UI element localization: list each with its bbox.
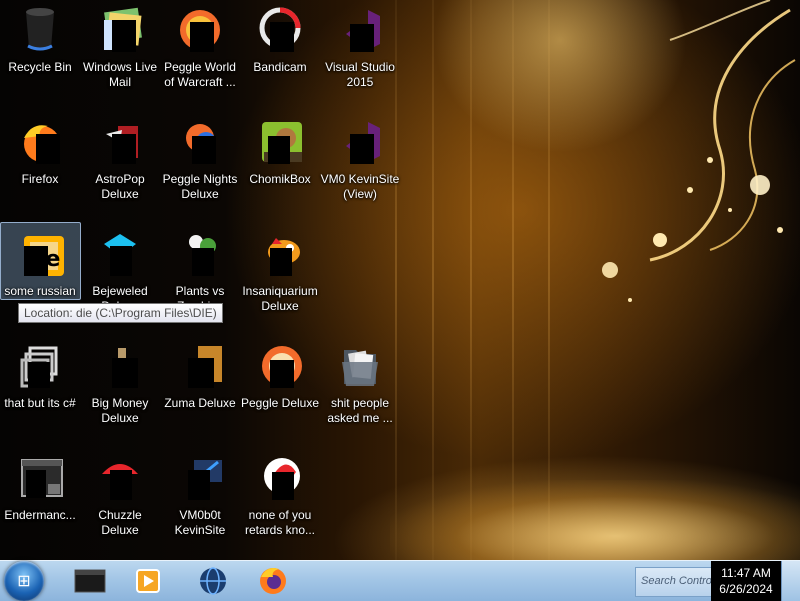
wallpaper-streak xyxy=(470,0,472,560)
desktop[interactable]: Recycle Bin Firefox ie some russian that… xyxy=(0,0,800,600)
recycle-bin-icon xyxy=(26,8,54,51)
clock-date: 6/26/2024 xyxy=(719,582,773,596)
desktop-icon-label: Peggle Deluxe xyxy=(240,396,320,410)
taskbar[interactable]: ⊞ Search Control... 11:47 AM xyxy=(0,560,800,601)
taskbar-item-browser[interactable] xyxy=(185,564,241,598)
icon-tooltip: Location: die (C:\Program Files\DIE) xyxy=(18,303,223,323)
desktop-icon-label: Recycle Bin xyxy=(8,60,72,74)
folder-icon xyxy=(342,350,378,386)
app-window-icon xyxy=(21,459,63,498)
chomikbox-icon xyxy=(262,122,302,164)
desktop-icon-label: that but its c# xyxy=(4,396,76,410)
desktop-icon-label: Firefox xyxy=(21,172,59,186)
visual-studio-icon xyxy=(346,10,380,52)
bandicam-icon xyxy=(259,7,301,52)
peggle-deluxe-icon xyxy=(262,346,302,388)
bejeweled-icon xyxy=(104,234,136,276)
windows-live-mail-icon xyxy=(104,7,142,52)
desktop-icon-astropop[interactable]: AstroPop Deluxe xyxy=(80,114,160,214)
desktop-icon-that-but-its-csharp[interactable]: that but its c# xyxy=(0,338,80,438)
desktop-icon-peggle-deluxe[interactable]: Peggle Deluxe xyxy=(240,338,320,438)
pdf-shortcut-icon xyxy=(264,458,300,500)
taskbar-item-firefox[interactable] xyxy=(245,564,301,598)
desktop-icon-vm0b0t-kevinsite[interactable]: VM0b0t KevinSite xyxy=(160,450,240,550)
globe-browser-icon xyxy=(200,567,226,595)
system-tray: Search Control... 11:47 AM 6/26/2024 xyxy=(635,561,800,601)
desktop-icon-label: Windows Live Mail xyxy=(82,60,158,89)
desktop-icon-label: AstroPop Deluxe xyxy=(95,172,145,201)
insaniquarium-icon xyxy=(268,238,300,276)
desktop-icon-zuma[interactable]: Zuma Deluxe xyxy=(160,338,240,438)
desktop-icon-chuzzle[interactable]: Chuzzle Deluxe xyxy=(80,450,160,550)
desktop-icon-label: VM0 KevinSite (View) xyxy=(320,172,400,201)
desktop-icon-bandicam[interactable]: Bandicam xyxy=(240,2,320,102)
zuma-icon xyxy=(188,346,222,388)
shortcut-icon xyxy=(20,346,58,388)
taskbar-item-terminal[interactable] xyxy=(62,564,118,598)
desktop-icon-label: Big Money Deluxe xyxy=(91,396,149,425)
desktop-icon-peggle-world-of-warcraft[interactable]: Peggle World of Warcraft ... xyxy=(160,2,240,102)
peggle-world-of-warcraft-icon xyxy=(180,10,220,52)
desktop-icon-firefox[interactable]: Firefox xyxy=(0,114,80,214)
big-money-icon xyxy=(112,348,138,388)
wallpaper-streak xyxy=(512,0,514,560)
desktop-icon-windows-live-mail[interactable]: Windows Live Mail xyxy=(80,2,160,102)
firefox-icon xyxy=(260,568,286,594)
wallpaper-streak xyxy=(432,0,434,560)
clock[interactable]: 11:47 AM 6/26/2024 xyxy=(711,561,781,601)
media-player-icon xyxy=(136,569,160,593)
desktop-icon-vm0-kevinsite-view[interactable]: VM0 KevinSite (View) xyxy=(320,114,400,214)
wallpaper-glow xyxy=(390,480,800,560)
terminal-icon xyxy=(74,569,106,593)
clock-time: 11:47 AM xyxy=(721,566,771,580)
desktop-icon-label: Chuzzle Deluxe xyxy=(98,508,142,537)
peggle-nights-icon xyxy=(186,124,216,164)
desktop-icon-label: Visual Studio 2015 xyxy=(325,60,395,89)
die-icon: ie xyxy=(24,236,64,276)
chuzzle-icon xyxy=(102,464,138,500)
desktop-icon-none-of-you[interactable]: none of you retards kno... xyxy=(240,450,320,550)
start-button[interactable]: ⊞ xyxy=(4,561,44,601)
desktop-icon-chomikbox[interactable]: ChomikBox xyxy=(240,114,320,214)
desktop-icon-label: Peggle Nights Deluxe xyxy=(162,172,238,201)
firefox-icon xyxy=(24,125,60,164)
desktop-icon-label: none of you retards kno... xyxy=(244,508,316,537)
desktop-icon-peggle-nights[interactable]: Peggle Nights Deluxe xyxy=(160,114,240,214)
wallpaper-swirl xyxy=(602,0,796,302)
desktop-icon-big-money[interactable]: Big Money Deluxe xyxy=(80,338,160,438)
desktop-icon-label: shit people asked me ... xyxy=(327,396,393,425)
desktop-icon-recycle-bin[interactable]: Recycle Bin xyxy=(0,2,80,102)
search-control-text: Search Control... xyxy=(641,575,711,587)
vm-shortcut-icon xyxy=(188,460,222,500)
windows-orb-icon: ⊞ xyxy=(17,573,31,590)
search-control-box[interactable]: Search Control... xyxy=(635,567,713,597)
astropop-icon xyxy=(106,126,138,164)
desktop-icon-label: Zuma Deluxe xyxy=(164,396,236,410)
desktop-icon-label: VM0b0t KevinSite xyxy=(174,508,226,537)
visual-studio-icon xyxy=(346,122,380,164)
desktop-icon-label: Bandicam xyxy=(253,60,307,74)
desktop-icon-label: some russian xyxy=(4,284,76,298)
desktop-icon-label: Endermanc... xyxy=(4,508,76,522)
taskbar-item-media-player[interactable] xyxy=(120,564,176,598)
show-desktop-button[interactable] xyxy=(781,561,800,601)
desktop-icon-folder[interactable]: shit people asked me ... xyxy=(320,338,400,438)
desktop-icon-label: ChomikBox xyxy=(249,172,311,186)
desktop-icon-endermanch[interactable]: Endermanc... xyxy=(0,450,80,550)
wallpaper-streak xyxy=(548,0,550,560)
plants-vs-zombies-icon xyxy=(189,235,216,276)
desktop-icon-visual-studio-2015[interactable]: Visual Studio 2015 xyxy=(320,2,400,102)
desktop-icon-insaniquarium[interactable]: Insaniquarium Deluxe xyxy=(240,226,320,326)
desktop-icon-label: Insaniquarium Deluxe xyxy=(242,284,318,313)
desktop-icon-label: Peggle World of Warcraft ... xyxy=(164,60,236,89)
